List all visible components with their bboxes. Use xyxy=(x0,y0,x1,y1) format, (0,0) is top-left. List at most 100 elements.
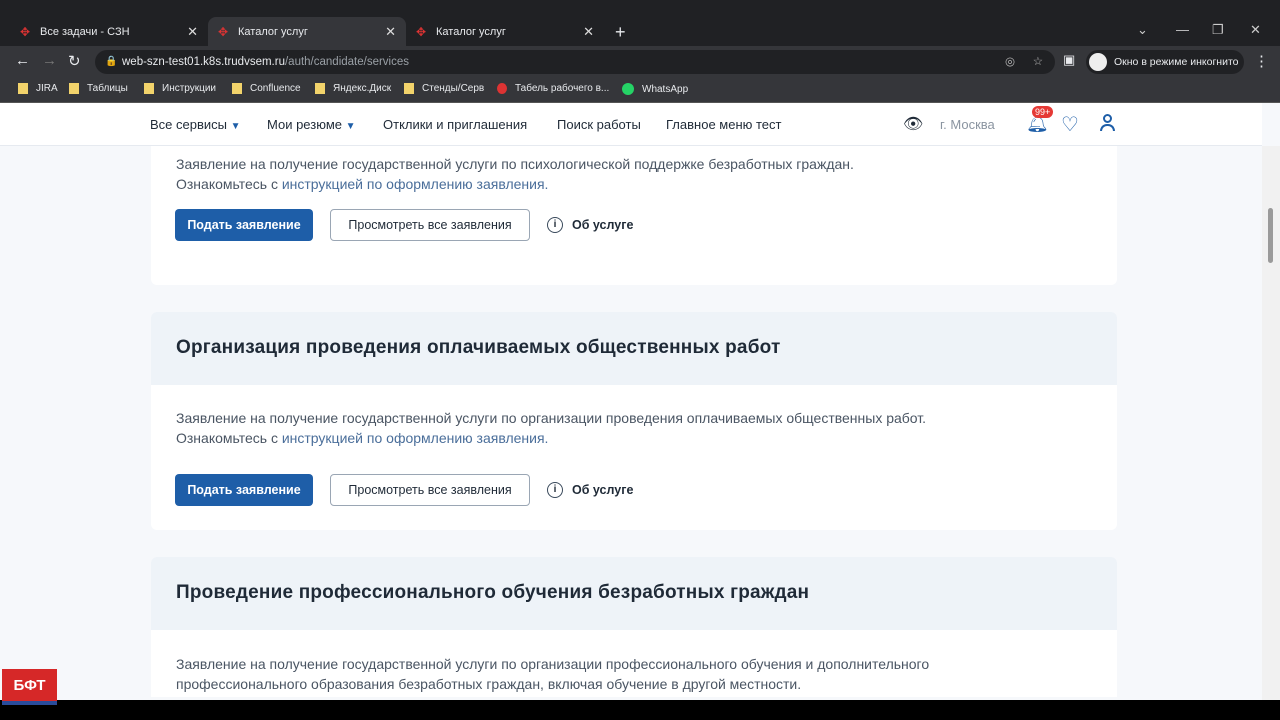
tab-search-icon[interactable]: ⌄ xyxy=(1137,22,1148,38)
about-service-link[interactable]: i Об услуге xyxy=(547,217,633,233)
desc-line: Ознакомьтесь с xyxy=(176,430,282,446)
url-host: web-szn-test01.k8s.trudvsem.ru xyxy=(122,56,285,68)
bookmarks-bar: JIRA Таблицы Инструкции Confluence Яндек… xyxy=(0,77,1280,103)
favorites-heart-icon[interactable]: ♡ xyxy=(1061,112,1079,137)
desc-line: Заявление на получение государственной у… xyxy=(176,656,930,672)
nav-label: Все сервисы xyxy=(150,117,227,132)
bookmark-timesheet[interactable]: Табель рабочего в... xyxy=(497,83,609,94)
bookmark-tables[interactable]: Таблицы xyxy=(69,83,128,94)
tab-bar: ✥ Все задачи - СЗН ✕ ✥ Каталог услуг ✕ ✥ Ката… xyxy=(0,0,1280,46)
bookmark-label: Стенды/Серв xyxy=(422,83,485,94)
service-card-public-works: Организация проведения оплачиваемых обще… xyxy=(151,312,1117,530)
folder-icon xyxy=(69,83,79,94)
address-bar-row: ← → ↻ 🔒 web-szn-test01.k8s.trudvsem.ru/au… xyxy=(0,46,1280,77)
close-tab-icon[interactable]: ✕ xyxy=(583,24,594,40)
bookmark-label: WhatsApp xyxy=(642,83,689,95)
about-service-link[interactable]: i Об услуге xyxy=(547,482,633,498)
tab-catalog-active[interactable]: ✥ Каталог услуг ✕ xyxy=(208,17,406,46)
my-resumes-menu[interactable]: Мои резюме ▼ xyxy=(267,117,356,132)
view-all-applications-button[interactable]: Просмотреть все заявления xyxy=(330,474,530,506)
folder-icon xyxy=(404,83,414,94)
instruction-link[interactable]: инструкцией по оформлению заявления. xyxy=(282,430,549,446)
forward-icon[interactable]: → xyxy=(42,52,57,69)
tab-catalog[interactable]: ✥ Каталог услуг ✕ xyxy=(406,17,604,46)
url-path: /auth/candidate/services xyxy=(284,56,410,68)
instruction-link[interactable]: инструкцией по оформлению заявления. xyxy=(282,176,549,192)
folder-icon xyxy=(18,83,28,94)
bookmark-label: Табель рабочего в... xyxy=(515,83,610,94)
bookmark-label: Таблицы xyxy=(87,83,128,94)
page-content: Заявление на получение государственной у… xyxy=(0,103,1280,700)
favicon-icon: ✥ xyxy=(218,24,229,39)
bookmark-instructions[interactable]: Инструкции xyxy=(144,83,216,94)
close-tab-icon[interactable]: ✕ xyxy=(187,24,198,40)
tab-title: Каталог услуг xyxy=(436,25,506,38)
whatsapp-icon xyxy=(622,83,634,95)
incognito-badge[interactable]: Окно в режиме инкогнито xyxy=(1086,50,1244,74)
folder-icon xyxy=(315,83,325,94)
about-label: Об услуге xyxy=(572,483,634,497)
favicon-icon: ✥ xyxy=(20,24,31,39)
bookmark-label: Confluence xyxy=(250,83,301,94)
close-window-button[interactable]: ✕ xyxy=(1250,22,1261,38)
info-icon: i xyxy=(547,482,563,498)
nav-responses[interactable]: Отклики и приглашения xyxy=(383,117,527,132)
nav-main-menu[interactable]: Главное меню тест xyxy=(666,117,781,132)
scrollbar-thumb[interactable] xyxy=(1268,208,1273,263)
restore-button[interactable]: ❐ xyxy=(1212,22,1224,38)
desc-line: профессионального образования безработны… xyxy=(176,676,802,692)
desc-line: Ознакомьтесь с xyxy=(176,176,282,192)
about-label: Об услуге xyxy=(572,218,634,232)
view-all-applications-button[interactable]: Просмотреть все заявления xyxy=(330,209,530,241)
nav-job-search[interactable]: Поиск работы xyxy=(557,117,641,132)
service-card-prof-training: Проведение профессионального обучения бе… xyxy=(151,557,1117,697)
service-title: Проведение профессионального обучения бе… xyxy=(151,557,1117,630)
profile-user-icon[interactable] xyxy=(1099,114,1115,134)
chevron-down-icon: ▼ xyxy=(345,121,356,132)
bookmark-label: Инструкции xyxy=(162,83,217,94)
minimize-button[interactable]: — xyxy=(1176,22,1189,37)
bookmark-whatsapp[interactable]: WhatsApp xyxy=(622,83,688,95)
folder-icon xyxy=(232,83,242,94)
lock-icon: 🔒 xyxy=(105,56,118,67)
incognito-icon xyxy=(1089,53,1107,71)
incognito-label: Окно в режиме инкогнито xyxy=(1114,56,1239,68)
tracking-off-icon[interactable]: ◎ xyxy=(1005,50,1015,74)
city-selector[interactable]: г. Москва xyxy=(940,117,995,132)
tab-title: Все задачи - СЗН xyxy=(40,25,130,38)
bookmark-jira[interactable]: JIRA xyxy=(18,83,58,94)
bookmark-yandex-disk[interactable]: Яндекс.Диск xyxy=(315,83,391,94)
desc-line: Заявление на получение государственной у… xyxy=(176,156,854,172)
service-description: Заявление на получение государственной у… xyxy=(176,654,929,694)
j-icon xyxy=(497,83,507,94)
notification-badge: 99+ xyxy=(1032,106,1054,118)
star-icon[interactable]: ☆ xyxy=(1033,50,1043,74)
chevron-down-icon: ▼ xyxy=(230,121,241,132)
bft-logo: БФТ xyxy=(2,669,57,705)
url-input[interactable]: 🔒 web-szn-test01.k8s.trudvsem.ru/auth/can… xyxy=(95,50,1055,74)
page-scrollbar[interactable] xyxy=(1262,146,1280,700)
apply-button[interactable]: Подать заявление xyxy=(175,209,313,241)
bookmark-label: Яндекс.Диск xyxy=(333,83,392,94)
bookmark-stands[interactable]: Стенды/Серв xyxy=(404,83,484,94)
bookmark-label: JIRA xyxy=(36,83,58,94)
service-description: Заявление на получение государственной у… xyxy=(176,408,926,448)
accessibility-eye-icon[interactable]: 👁 xyxy=(903,114,923,134)
reload-icon[interactable]: ↻ xyxy=(68,52,81,70)
favicon-icon: ✥ xyxy=(416,24,427,39)
side-panel-icon[interactable]: ▣ xyxy=(1063,52,1075,68)
menu-icon[interactable]: ⋮ xyxy=(1254,52,1269,70)
close-tab-icon[interactable]: ✕ xyxy=(385,24,396,40)
tab-all-tasks[interactable]: ✥ Все задачи - СЗН ✕ xyxy=(10,17,208,46)
bookmark-confluence[interactable]: Confluence xyxy=(232,83,301,94)
info-icon: i xyxy=(547,217,563,233)
all-services-menu[interactable]: Все сервисы ▼ xyxy=(150,117,241,132)
service-title: Организация проведения оплачиваемых обще… xyxy=(151,312,1117,385)
nav-label: Мои резюме xyxy=(267,117,342,132)
back-icon[interactable]: ← xyxy=(15,52,30,69)
folder-icon xyxy=(144,83,154,94)
tab-title: Каталог услуг xyxy=(238,25,308,38)
desc-line: Заявление на получение государственной у… xyxy=(176,410,927,426)
apply-button[interactable]: Подать заявление xyxy=(175,474,313,506)
new-tab-button[interactable]: + xyxy=(615,22,626,43)
